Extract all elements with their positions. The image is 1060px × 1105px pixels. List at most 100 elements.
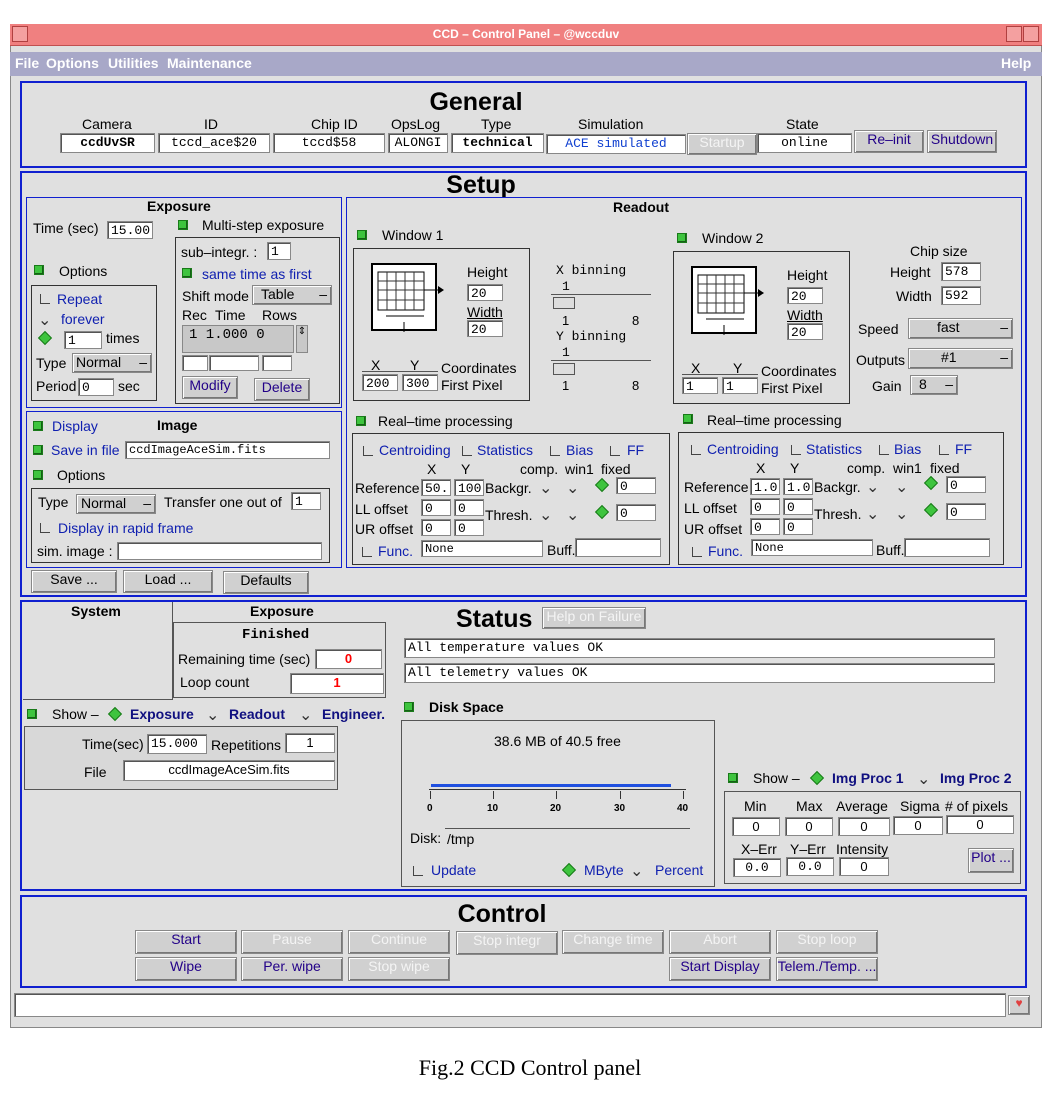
w1-y-input[interactable]: 300 (402, 374, 438, 391)
period-input[interactable]: 0 (78, 378, 114, 396)
rtp1-thresh-win1-radio-icon[interactable]: ⌄ (566, 508, 579, 524)
table-list[interactable]: 1 1.000 0 (182, 325, 294, 353)
save-button[interactable]: Save ... (31, 570, 117, 593)
rows-input[interactable] (262, 355, 292, 371)
show-engineer-radio-icon[interactable]: ⌄ (299, 708, 312, 724)
continue-button[interactable]: Continue (348, 930, 450, 954)
w1-x-input[interactable]: 200 (362, 374, 398, 391)
forever-radio-icon[interactable]: ⌄ (38, 313, 51, 329)
rtp1-centroiding-checkbox[interactable] (363, 446, 373, 456)
modify-button[interactable]: Modify (182, 376, 238, 399)
repeat-checkbox[interactable] (40, 294, 50, 304)
image-options-checkbox[interactable] (33, 470, 43, 480)
load-button[interactable]: Load ... (123, 570, 213, 593)
rtp2-thresh-input[interactable]: 0 (946, 503, 986, 520)
gain-select[interactable]: 8 ‒ (910, 375, 958, 395)
show-readout-radio-icon[interactable]: ⌄ (206, 708, 219, 724)
w2-x-input[interactable]: 1 (682, 377, 718, 394)
startup-button[interactable]: Startup (687, 133, 757, 155)
rtp1-ur-y[interactable]: 0 (454, 519, 484, 536)
rec-input[interactable] (182, 355, 208, 371)
minimize-icon[interactable] (1006, 26, 1022, 42)
save-in-file-checkbox[interactable] (33, 445, 43, 455)
menu-utilities[interactable]: Utilities (108, 55, 159, 71)
plot-button[interactable]: Plot ... (968, 848, 1014, 873)
stop-wipe-button[interactable]: Stop wipe (348, 957, 450, 981)
abort-button[interactable]: Abort (669, 930, 771, 954)
multi-step-checkbox[interactable] (178, 220, 188, 230)
rtp1-func-input[interactable]: None (421, 540, 543, 557)
image-file-input[interactable]: ccdImageAceSim.fits (125, 441, 330, 459)
transfer-input[interactable]: 1 (291, 492, 321, 510)
rtp2-checkbox[interactable] (683, 414, 693, 424)
shutdown-button[interactable]: Shutdown (927, 130, 997, 153)
change-time-button[interactable]: Change time (562, 930, 664, 954)
rtp1-thresh-input[interactable]: 0 (616, 504, 656, 521)
table-row[interactable]: 1 1.000 0 (189, 327, 265, 343)
rtp2-backgr-input[interactable]: 0 (946, 476, 986, 493)
rtp1-func-checkbox[interactable] (362, 547, 372, 557)
maximize-icon[interactable] (1023, 26, 1039, 42)
start-button[interactable]: Start (135, 930, 237, 954)
window2-checkbox[interactable] (677, 233, 687, 243)
rtp1-thresh-comp-radio-icon[interactable]: ⌄ (539, 508, 552, 524)
rtp2-bias-checkbox[interactable] (879, 445, 889, 455)
window1-checkbox[interactable] (357, 230, 367, 240)
rtp2-ur-x[interactable]: 0 (750, 518, 780, 535)
rtp1-bias-checkbox[interactable] (550, 446, 560, 456)
rtp2-backgr-comp-radio-icon[interactable]: ⌄ (866, 480, 879, 496)
rtp2-thresh-comp-radio-icon[interactable]: ⌄ (866, 507, 879, 523)
rtp1-ur-x[interactable]: 0 (421, 519, 451, 536)
rtp1-statistics-checkbox[interactable] (462, 446, 472, 456)
display-checkbox[interactable] (33, 421, 43, 431)
subintegr-input[interactable]: 1 (267, 242, 291, 260)
rtp2-statistics-checkbox[interactable] (791, 445, 801, 455)
rtp1-ll-y[interactable]: 0 (454, 499, 484, 516)
img-proc2-radio-icon[interactable]: ⌄ (917, 772, 930, 788)
percent-radio-icon[interactable]: ⌄ (630, 864, 643, 880)
image-type-select[interactable]: Normal ‒ (76, 494, 156, 514)
time-input[interactable]: 15.00 (107, 221, 153, 239)
rtp1-backgr-win1-radio-icon[interactable]: ⌄ (566, 481, 579, 497)
reinit-button[interactable]: Re–init (854, 130, 924, 153)
img-show-checkbox[interactable] (728, 773, 738, 783)
ybin-slider[interactable] (553, 363, 575, 375)
rtp2-ref-y[interactable]: 1.0 (783, 478, 813, 495)
rtp2-ref-x[interactable]: 1.0 (750, 478, 780, 495)
rtp1-backgr-input[interactable]: 0 (616, 477, 656, 494)
rtp1-ll-x[interactable]: 0 (421, 499, 451, 516)
stop-integr-button[interactable]: Stop integr (456, 931, 558, 955)
start-display-button[interactable]: Start Display (669, 957, 771, 981)
show-status-checkbox[interactable] (27, 709, 37, 719)
menu-maintenance[interactable]: Maintenance (167, 55, 252, 71)
rtp2-ur-y[interactable]: 0 (783, 518, 813, 535)
rtp2-ll-y[interactable]: 0 (783, 498, 813, 515)
telem-temp-button[interactable]: Telem./Temp. ... (776, 957, 878, 981)
per-wipe-button[interactable]: Per. wipe (241, 957, 343, 981)
times-input[interactable]: 1 (64, 331, 102, 349)
table-scrollbar[interactable]: ⇕ (296, 325, 308, 353)
rtp2-centroiding-checkbox[interactable] (691, 445, 701, 455)
rtp2-ll-x[interactable]: 0 (750, 498, 780, 515)
rtp2-buff-input[interactable] (904, 538, 990, 557)
menu-file[interactable]: File (15, 55, 39, 71)
rtp2-thresh-win1-radio-icon[interactable]: ⌄ (895, 507, 908, 523)
defaults-button[interactable]: Defaults (223, 571, 309, 594)
rtp2-ff-checkbox[interactable] (939, 445, 949, 455)
w1-width-input[interactable]: 20 (467, 320, 503, 337)
rtp2-backgr-win1-radio-icon[interactable]: ⌄ (895, 480, 908, 496)
menu-options[interactable]: Options (46, 55, 99, 71)
speed-select[interactable]: fast ‒ (908, 318, 1013, 339)
exposure-type-select[interactable]: Normal ‒ (72, 353, 152, 373)
rtp1-buff-input[interactable] (575, 538, 661, 557)
help-on-failure-button[interactable]: Help on Failure (542, 607, 646, 629)
same-time-checkbox[interactable] (182, 268, 192, 278)
options-checkbox[interactable] (34, 265, 44, 275)
rtp1-ref-y[interactable]: 100 (454, 479, 484, 496)
outputs-select[interactable]: #1 ‒ (908, 348, 1013, 369)
disk-space-checkbox[interactable] (404, 702, 414, 712)
rtp2-func-input[interactable]: None (751, 539, 873, 556)
wipe-button[interactable]: Wipe (135, 957, 237, 981)
rtp2-func-checkbox[interactable] (692, 547, 702, 557)
shift-mode-select[interactable]: Table ‒ (252, 285, 332, 305)
